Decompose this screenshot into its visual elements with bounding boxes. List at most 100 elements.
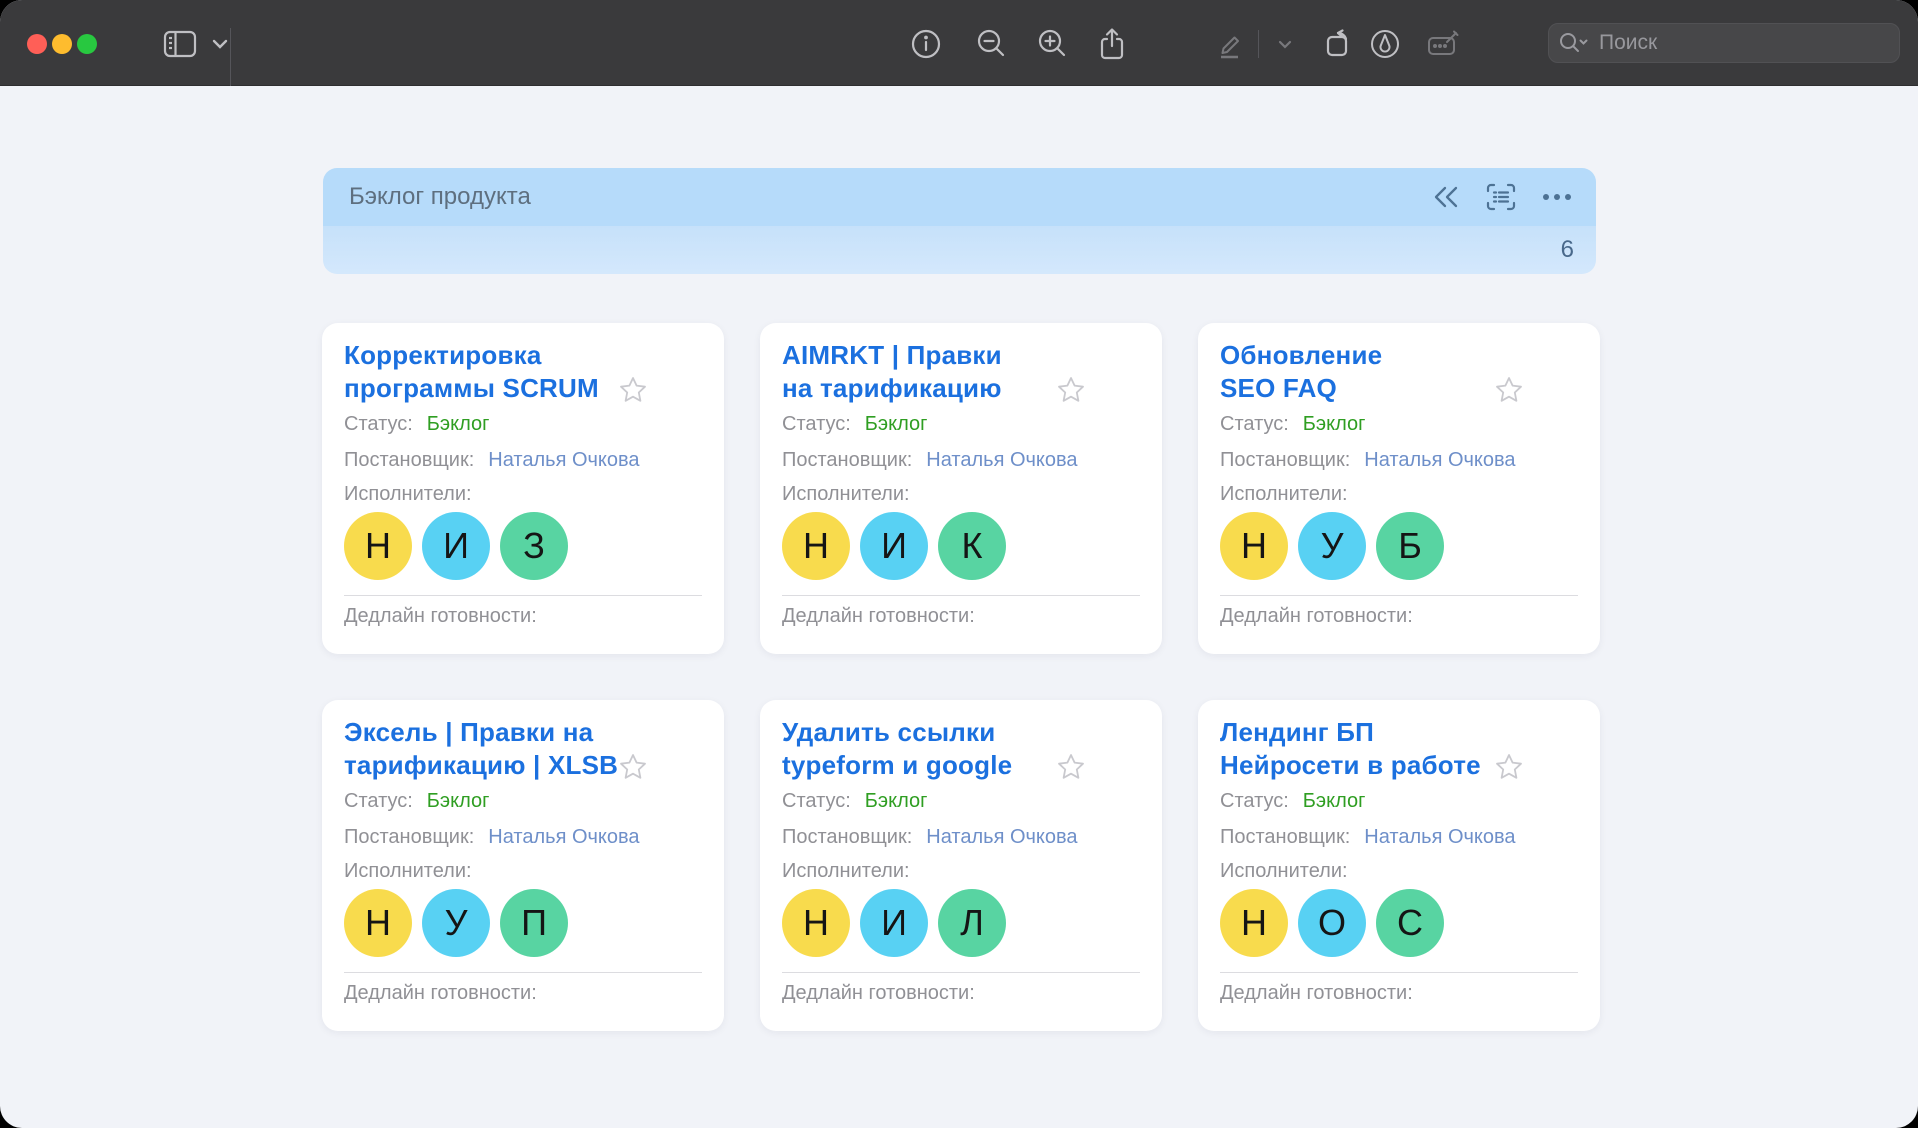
scan-summary-icon[interactable] (1486, 183, 1516, 211)
card-title[interactable]: AIMRKT | Правки на тарификацию (782, 339, 1140, 405)
owner-row: Постановщик: Наталья Очкова (1220, 448, 1578, 472)
executor-avatar[interactable]: Б (1376, 512, 1444, 580)
executor-avatar[interactable]: Н (344, 512, 412, 580)
executors-avatars: Н И К (782, 512, 1140, 580)
chevron-down-icon[interactable] (1268, 26, 1302, 62)
card-divider (1220, 595, 1578, 596)
board-title: Бэклог продукта (323, 183, 531, 211)
executors-avatars: Н У Б (1220, 512, 1578, 580)
sidebar-toggle-icon[interactable] (163, 26, 197, 62)
executors-avatars: Н О С (1220, 889, 1578, 957)
favorite-star-icon[interactable] (1056, 375, 1086, 405)
executor-avatar[interactable]: П (500, 889, 568, 957)
close-window-button[interactable] (27, 34, 47, 54)
card-title[interactable]: Корректировка программы SCRUM (344, 339, 702, 405)
board-header-icons (1432, 183, 1596, 211)
executor-avatar[interactable]: К (938, 512, 1006, 580)
owner-link[interactable]: Наталья Очкова (1364, 825, 1515, 849)
executor-avatar[interactable]: У (422, 889, 490, 957)
executors-label: Исполнители: (782, 859, 1140, 883)
card-title[interactable]: Эксель | Правки на тарификацию | XLSB (344, 716, 702, 782)
executor-avatar[interactable]: Н (1220, 889, 1288, 957)
status-value[interactable]: Бэклог (427, 412, 490, 436)
zoom-out-icon[interactable] (975, 26, 1009, 62)
executors-label: Исполнители: (782, 482, 1140, 506)
status-value[interactable]: Бэклог (865, 412, 928, 436)
more-ellipsis-icon[interactable] (1542, 193, 1572, 201)
rotate-icon[interactable] (1321, 26, 1355, 62)
annotate-icon[interactable] (1368, 26, 1402, 62)
executors-avatars: Н И З (344, 512, 702, 580)
search-field[interactable] (1548, 23, 1900, 63)
executor-avatar[interactable]: Л (938, 889, 1006, 957)
executor-avatar[interactable]: И (860, 889, 928, 957)
avatar-initial: С (1397, 902, 1423, 944)
favorite-star-icon[interactable] (1494, 375, 1524, 405)
board-header: Бэклог продукта (323, 168, 1596, 274)
share-icon[interactable] (1095, 26, 1129, 62)
status-label: Статус: (782, 412, 851, 436)
executor-avatar[interactable]: И (422, 512, 490, 580)
board-header-subbar: 6 (323, 226, 1596, 274)
executor-avatar[interactable]: У (1298, 512, 1366, 580)
card-title[interactable]: Удалить ссылки typeform и google (782, 716, 1140, 782)
avatar-initial: И (443, 525, 469, 567)
status-value[interactable]: Бэклог (865, 789, 928, 813)
favorite-star-icon[interactable] (1056, 752, 1086, 782)
cards-grid: Корректировка программы SCRUM Статус: Бэ… (322, 323, 1600, 1031)
executors-avatars: Н И Л (782, 889, 1140, 957)
favorite-star-icon[interactable] (1494, 752, 1524, 782)
status-value[interactable]: Бэклог (427, 789, 490, 813)
avatar-initial: Н (803, 525, 829, 567)
toolbar-divider (230, 28, 231, 86)
executor-avatar[interactable]: Н (782, 512, 850, 580)
owner-link[interactable]: Наталья Очкова (488, 448, 639, 472)
form-fill-icon[interactable] (1426, 26, 1460, 62)
owner-link[interactable]: Наталья Очкова (1364, 448, 1515, 472)
status-label: Статус: (1220, 789, 1289, 813)
board-header-top: Бэклог продукта (323, 168, 1596, 226)
task-card[interactable]: AIMRKT | Правки на тарификацию Статус: Б… (760, 323, 1162, 654)
task-card[interactable]: Корректировка программы SCRUM Статус: Бэ… (322, 323, 724, 654)
collapse-double-chevron-left-icon[interactable] (1432, 186, 1460, 208)
card-divider (782, 972, 1140, 973)
chevron-down-icon[interactable] (203, 26, 237, 62)
task-card[interactable]: Удалить ссылки typeform и google Статус:… (760, 700, 1162, 1031)
deadline-label: Дедлайн готовности: (1220, 604, 1578, 628)
executor-avatar[interactable]: Н (344, 889, 412, 957)
executor-avatar[interactable]: Н (782, 889, 850, 957)
deadline-label: Дедлайн готовности: (782, 981, 1140, 1005)
card-divider (344, 595, 702, 596)
executor-avatar[interactable]: С (1376, 889, 1444, 957)
owner-label: Постановщик: (1220, 448, 1350, 472)
search-input[interactable] (1597, 30, 1857, 56)
favorite-star-icon[interactable] (618, 375, 648, 405)
avatar-initial: Н (1241, 525, 1267, 567)
traffic-lights (27, 34, 97, 54)
info-icon[interactable] (909, 26, 943, 62)
card-title[interactable]: Обновление SEO FAQ (1220, 339, 1578, 405)
avatar-initial: П (521, 902, 547, 944)
card-title[interactable]: Лендинг БП Нейросети в работе (1220, 716, 1578, 782)
zoom-window-button[interactable] (77, 34, 97, 54)
status-value[interactable]: Бэклог (1303, 412, 1366, 436)
executor-avatar[interactable]: И (860, 512, 928, 580)
status-row: Статус: Бэклог (782, 789, 1140, 813)
status-row: Статус: Бэклог (1220, 789, 1578, 813)
executor-avatar[interactable]: Н (1220, 512, 1288, 580)
task-card[interactable]: Обновление SEO FAQ Статус: Бэклог Постан… (1198, 323, 1600, 654)
task-card[interactable]: Эксель | Правки на тарификацию | XLSB Ст… (322, 700, 724, 1031)
task-card[interactable]: Лендинг БП Нейросети в работе Статус: Бэ… (1198, 700, 1600, 1031)
markup-pencil-icon[interactable] (1212, 26, 1246, 62)
owner-link[interactable]: Наталья Очкова (926, 825, 1077, 849)
owner-link[interactable]: Наталья Очкова (926, 448, 1077, 472)
favorite-star-icon[interactable] (618, 752, 648, 782)
minimize-window-button[interactable] (52, 34, 72, 54)
owner-row: Постановщик: Наталья Очкова (1220, 825, 1578, 849)
owner-link[interactable]: Наталья Очкова (488, 825, 639, 849)
executor-avatar[interactable]: О (1298, 889, 1366, 957)
zoom-in-icon[interactable] (1036, 26, 1070, 62)
executors-avatars: Н У П (344, 889, 702, 957)
executor-avatar[interactable]: З (500, 512, 568, 580)
status-value[interactable]: Бэклог (1303, 789, 1366, 813)
